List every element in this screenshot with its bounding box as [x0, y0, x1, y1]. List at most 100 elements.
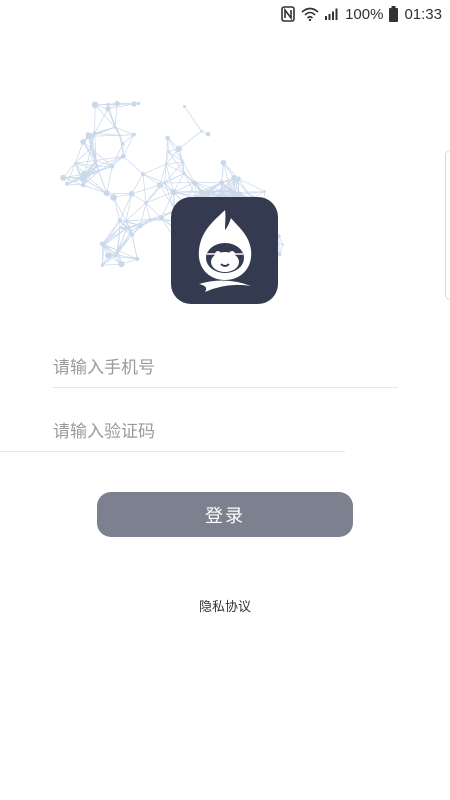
network-edge — [131, 234, 138, 260]
network-node — [219, 189, 223, 192]
network-edge — [74, 148, 92, 164]
network-node — [263, 190, 267, 193]
network-edge — [221, 162, 224, 183]
network-edge — [102, 227, 127, 245]
phone-input[interactable] — [53, 352, 383, 384]
network-edge — [103, 227, 121, 246]
network-edge — [145, 202, 162, 219]
network-edge — [106, 166, 113, 194]
network-node — [100, 263, 105, 267]
network-node — [231, 175, 237, 180]
network-edge — [91, 135, 121, 137]
network-edge — [178, 130, 202, 150]
network-node — [165, 135, 171, 141]
login-button[interactable]: 登录 — [97, 492, 353, 537]
network-node — [170, 188, 177, 196]
network-node — [281, 243, 284, 246]
network-node — [73, 161, 77, 165]
network-node — [175, 145, 182, 153]
network-edge — [278, 236, 280, 255]
network-node — [182, 171, 186, 175]
network-node — [95, 164, 99, 168]
network-node — [118, 226, 122, 229]
network-node — [97, 170, 100, 173]
network-edge — [166, 161, 183, 165]
network-edge — [113, 197, 127, 221]
network-node — [164, 162, 168, 166]
verification-code-input[interactable] — [53, 416, 343, 448]
network-edge — [165, 163, 185, 174]
network-edge — [142, 173, 165, 184]
code-divider — [0, 451, 345, 452]
network-edge — [94, 132, 121, 136]
monkey-logo-icon — [171, 197, 278, 304]
network-edge — [106, 192, 132, 195]
network-node — [116, 248, 120, 253]
network-edge — [142, 163, 167, 175]
network-node — [203, 191, 206, 195]
network-node — [157, 182, 163, 188]
network-node — [60, 174, 66, 181]
network-node — [99, 241, 105, 247]
network-edge — [113, 197, 121, 221]
network-node — [95, 159, 98, 162]
network-edge — [142, 173, 161, 186]
network-node — [92, 131, 97, 136]
signal-icon — [325, 8, 339, 20]
network-edge — [94, 104, 96, 134]
network-node — [192, 180, 197, 185]
network-node — [89, 146, 93, 150]
network-edge — [122, 134, 134, 145]
network-edge — [119, 193, 132, 221]
network-node — [181, 160, 185, 164]
network-node — [105, 106, 111, 112]
network-node — [130, 229, 133, 233]
network-node — [109, 164, 115, 169]
network-node — [85, 132, 91, 138]
network-node — [236, 176, 241, 182]
network-node — [131, 132, 136, 137]
network-node — [228, 188, 233, 194]
network-node — [137, 101, 141, 106]
network-node — [219, 180, 225, 186]
network-node — [114, 100, 120, 107]
network-node — [158, 215, 164, 221]
network-node — [113, 125, 117, 129]
network-node — [105, 252, 112, 259]
network-edge — [122, 134, 135, 157]
network-node — [167, 150, 170, 153]
network-node — [128, 191, 135, 197]
network-node — [118, 134, 122, 137]
network-node — [131, 101, 137, 107]
network-node — [91, 101, 99, 109]
network-node — [81, 183, 86, 188]
network-node — [120, 153, 126, 159]
network-node — [183, 104, 187, 108]
network-edge — [75, 159, 97, 164]
network-node — [220, 159, 227, 166]
network-node — [163, 181, 166, 185]
edge-panel-handle[interactable] — [445, 150, 450, 300]
network-node — [118, 261, 125, 268]
network-edge — [142, 173, 147, 203]
network-node — [65, 182, 69, 186]
network-node — [124, 219, 128, 222]
network-node — [138, 223, 143, 228]
network-edge — [120, 134, 134, 136]
privacy-policy-link[interactable]: 隐私协议 — [0, 596, 450, 615]
network-node — [106, 102, 110, 107]
battery-percentage: 100% — [345, 5, 384, 23]
network-node — [103, 190, 110, 197]
network-node — [115, 253, 119, 257]
network-node — [135, 256, 140, 262]
clock: 01:33 — [404, 5, 442, 23]
status-bar: 100% 01:33 — [0, 0, 450, 28]
network-node — [129, 232, 135, 237]
network-node — [110, 194, 117, 201]
network-edge — [238, 178, 265, 192]
battery-icon — [389, 6, 399, 22]
network-node — [117, 218, 123, 223]
network-node — [205, 131, 211, 137]
network-node — [144, 201, 148, 205]
nfc-icon — [281, 6, 295, 22]
